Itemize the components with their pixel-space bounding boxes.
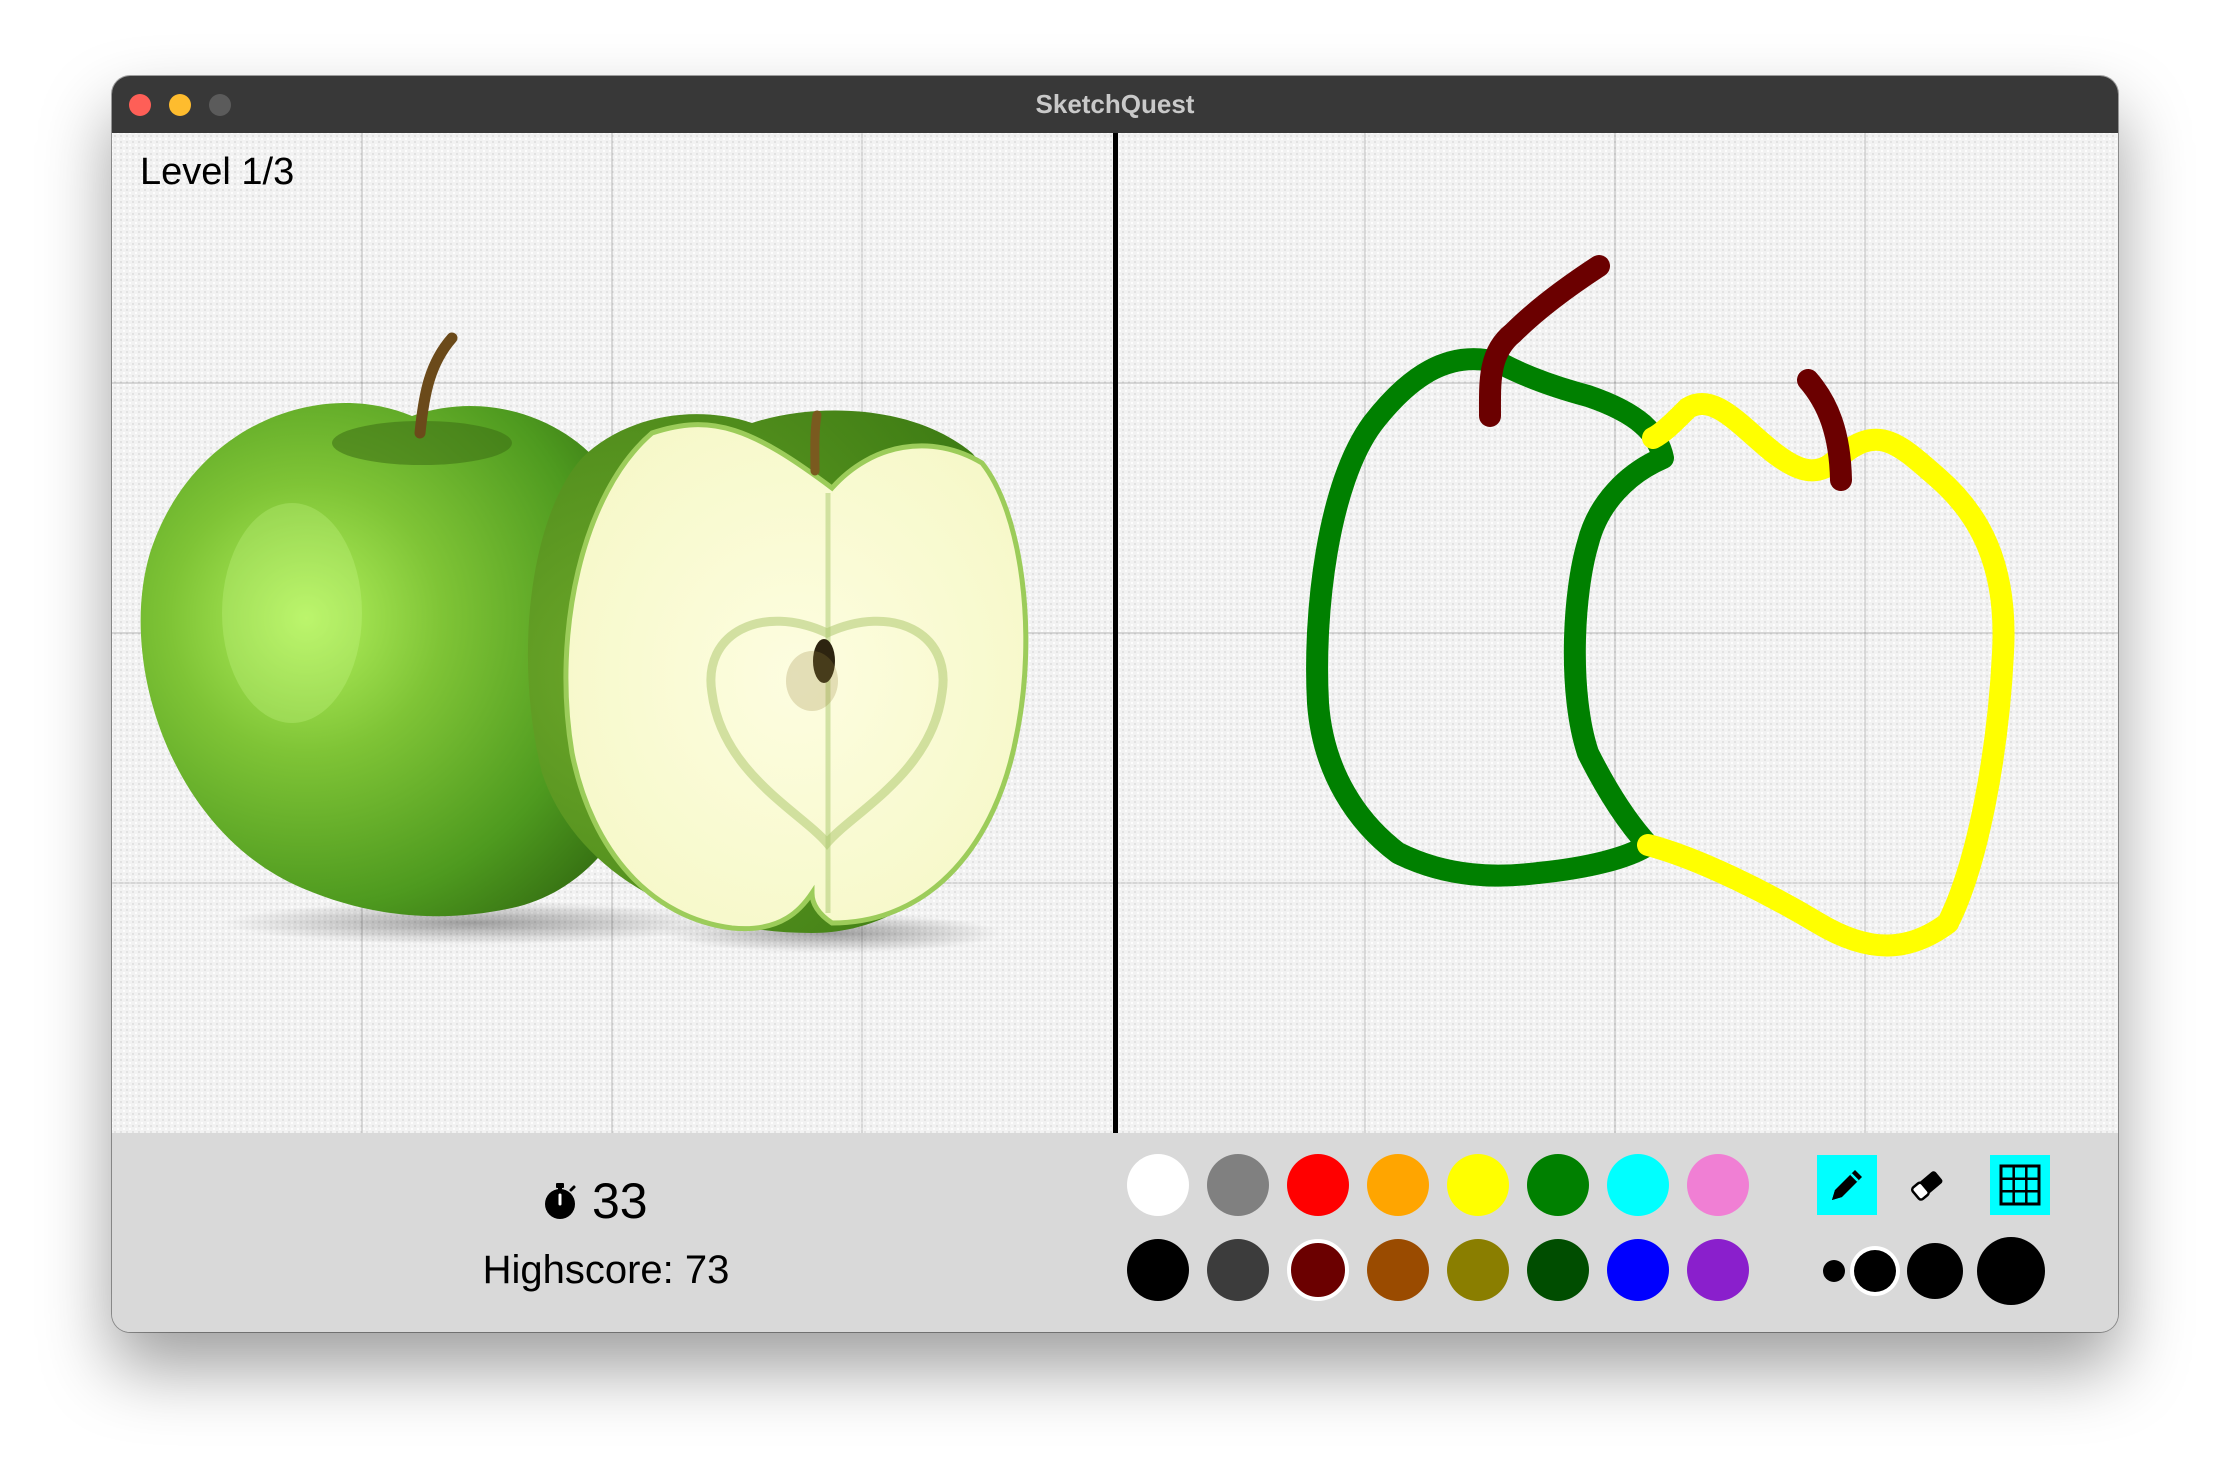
color-swatch[interactable] — [1127, 1239, 1189, 1301]
pencil-icon — [1832, 1170, 1862, 1200]
timer-value: 33 — [592, 1173, 648, 1229]
bottom-panel: 33 Highscore: 73 — [112, 1133, 2118, 1332]
color-swatch[interactable] — [1527, 1239, 1589, 1301]
color-swatch[interactable] — [1527, 1154, 1589, 1216]
grid-toggle-button[interactable] — [1990, 1155, 2050, 1215]
brush-size-option[interactable] — [1823, 1260, 1845, 1282]
color-swatch[interactable] — [1447, 1239, 1509, 1301]
color-swatch[interactable] — [1207, 1239, 1269, 1301]
stopwatch-icon — [545, 1183, 576, 1219]
game-area: Level 1/3 — [112, 133, 2118, 1133]
highscore-label: Highscore: 73 — [482, 1248, 730, 1292]
app-window: SketchQuest Level 1/3 33 Highscore: 73 — [112, 76, 2118, 1332]
brush-size-option[interactable] — [1977, 1237, 2045, 1305]
window-title: SketchQuest — [1035, 89, 1195, 119]
timer: 33 — [542, 1171, 648, 1231]
reference-image — [140, 332, 1029, 953]
color-swatch[interactable] — [1367, 1154, 1429, 1216]
color-swatch[interactable] — [1287, 1239, 1349, 1301]
color-swatch[interactable] — [1607, 1239, 1669, 1301]
canvas-divider — [1113, 133, 1118, 1133]
grid-icon — [1999, 1164, 2041, 1206]
pencil-tool-button[interactable] — [1817, 1155, 1877, 1215]
color-swatch[interactable] — [1607, 1154, 1669, 1216]
color-swatch[interactable] — [1127, 1154, 1189, 1216]
level-label: Level 1/3 — [140, 151, 295, 193]
color-swatch[interactable] — [1367, 1239, 1429, 1301]
color-swatch[interactable] — [1287, 1154, 1349, 1216]
title-bar: SketchQuest — [112, 76, 2118, 134]
eraser-icon — [1910, 1171, 1943, 1201]
brush-size-option[interactable] — [1907, 1243, 1963, 1299]
color-swatch[interactable] — [1447, 1154, 1509, 1216]
brush-size-option[interactable] — [1854, 1250, 1896, 1292]
color-swatch[interactable] — [1687, 1239, 1749, 1301]
color-swatch[interactable] — [1207, 1154, 1269, 1216]
color-swatch[interactable] — [1687, 1154, 1749, 1216]
drawing-canvas[interactable] — [1118, 133, 2118, 1133]
eraser-tool-button[interactable] — [1897, 1155, 1957, 1215]
